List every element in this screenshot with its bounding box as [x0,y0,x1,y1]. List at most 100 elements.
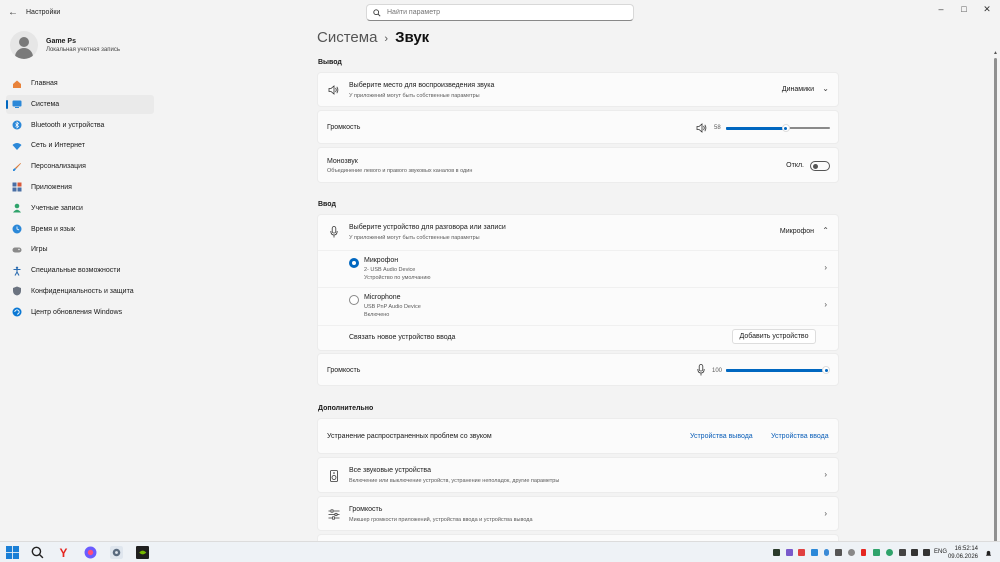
slider-thumb[interactable] [822,366,830,374]
microphone-icon [330,226,338,238]
slider-fill [726,368,826,372]
device-name: Микрофон [364,257,399,264]
speaker-icon [328,85,339,95]
slider-thumb[interactable] [781,124,790,132]
scrollbar[interactable] [994,58,997,542]
sidebar-item-accounts[interactable]: Учетные записи [6,199,154,218]
sidebar-item-accessibility[interactable]: Специальные возможности [6,261,154,280]
tray-app-icon[interactable] [886,549,893,556]
sidebar-item-label: Система [31,100,60,108]
radio-unselected[interactable] [349,295,359,305]
page-title: Звук [395,29,430,46]
slider-fill [726,126,786,130]
sidebar-item-network[interactable]: Сеть и Интернет [6,136,154,155]
network-tray-icon[interactable] [923,549,930,556]
tray-app-icon[interactable] [835,549,842,556]
input-volume-label: Громкость [327,367,361,374]
tray-app-icon[interactable] [873,549,880,556]
chevron-down-icon[interactable]: ⌄ [822,84,829,93]
chevron-right-icon[interactable]: › [824,509,827,518]
input-device-value[interactable]: Микрофон [780,228,814,235]
all-sound-devices-card[interactable]: Все звуковые устройства Включение или вы… [317,457,839,493]
tray-app-icon[interactable] [786,549,793,556]
device-status: Устройство по умолчанию [364,275,431,281]
tray-app-icon[interactable] [811,549,818,556]
output-devices-link[interactable]: Устройства вывода [690,433,753,440]
sidebar-item-system[interactable]: Система [6,94,154,114]
sidebar-item-home[interactable]: Главная [6,74,154,93]
tray-app-icon[interactable] [798,549,805,556]
sidebar-item-label: Персонализация [31,163,86,171]
title-bar: ← Настройки – □ ✕ [0,0,1000,26]
search-box[interactable] [366,4,634,21]
add-device-button[interactable]: Добавить устройство [732,329,816,344]
sidebar-item-windows-update[interactable]: Центр обновления Windows [6,303,154,322]
sidebar-item-bluetooth[interactable]: Bluetooth и устройства [6,116,154,135]
microphone-icon[interactable] [697,364,705,376]
input-device-option[interactable]: Microphone USB PnP Audio Device Включено… [318,288,838,324]
search-input[interactable] [387,9,607,16]
speaker-icon[interactable] [696,123,707,133]
globe-clock-icon [12,224,22,234]
input-device-card: Выберите устройство для разговора или за… [317,214,839,351]
user-profile[interactable]: Game Ps Локальная учетная запись [10,31,120,59]
tray-app-icon[interactable] [899,549,906,556]
sidebar-item-gaming[interactable]: Игры [6,240,154,259]
breadcrumb-parent[interactable]: Система [317,29,377,46]
windows-start-icon[interactable] [6,546,19,559]
sidebar-item-label: Время и язык [31,225,75,233]
tray-app-icon[interactable] [848,549,855,556]
app-title: Настройки [26,9,61,16]
breadcrumb-separator: › [384,33,389,45]
volume-tray-icon[interactable] [911,549,918,556]
chevron-right-icon[interactable]: › [824,470,827,479]
nvidia-app-icon[interactable] [136,546,149,559]
clock-date: 09.06.2026 [947,554,978,560]
input-device-subtitle: У приложений могут быть собственные пара… [349,235,480,241]
sidebar-nav: Главная Система Bluetooth и устройства С… [6,74,154,324]
sidebar-item-label: Игры [31,246,48,254]
back-arrow-icon[interactable]: ← [6,6,20,20]
minimize-button[interactable]: – [932,3,950,15]
close-button[interactable]: ✕ [978,3,996,15]
sidebar-item-apps[interactable]: Приложения [6,178,154,197]
microphone-tray-icon[interactable] [824,549,829,556]
output-volume-label: Громкость [327,124,361,131]
language-indicator[interactable]: ENG [934,549,947,555]
taskbar: Y ENG 16:52:14 09.06.2026 [0,541,1000,562]
device-name: Microphone [364,294,401,301]
mono-audio-toggle[interactable] [810,161,830,171]
section-input-heading: Ввод [318,201,336,208]
troubleshoot-card: Устранение распространенных проблем со з… [317,418,839,454]
chevron-right-icon[interactable]: › [824,263,827,272]
scroll-up-arrow-icon[interactable]: ▲ [993,50,998,56]
radio-selected[interactable] [349,258,359,268]
input-device-option[interactable]: Микрофон 2- USB Audio Device Устройство … [318,251,838,287]
maximize-button[interactable]: □ [955,3,973,15]
search-icon[interactable] [31,546,44,559]
troubleshoot-label: Устранение распространенных проблем со з… [327,433,492,440]
notification-bell-icon[interactable] [985,550,992,557]
sidebar-item-label: Специальные возможности [31,267,121,275]
nvidia-tray-icon[interactable] [773,549,780,556]
settings-gear-icon[interactable] [110,546,123,559]
yandex-browser-icon[interactable]: Y [57,546,70,559]
input-volume-slider[interactable] [726,366,830,374]
input-devices-link[interactable]: Устройства ввода [771,433,829,440]
volume-mixer-card[interactable]: Громкость Микшер громкости приложений, у… [317,496,839,531]
chevron-right-icon[interactable]: › [824,300,827,309]
output-device-title: Выберите место для воспроизведения звука [349,82,495,89]
device-model: 2- USB Audio Device [364,267,416,273]
messenger-app-icon[interactable] [84,546,97,559]
clock[interactable]: 16:52:14 09.06.2026 [948,545,978,561]
sidebar-item-personalization[interactable]: Персонализация [6,157,154,176]
output-device-value[interactable]: Динамики [782,86,814,93]
chevron-up-icon[interactable]: ⌃ [822,226,829,235]
output-volume-slider[interactable] [726,124,830,132]
yandex-tray-icon[interactable] [861,549,866,556]
sidebar-item-privacy[interactable]: Конфиденциальность и защита [6,282,154,301]
sidebar-item-time-language[interactable]: Время и язык [6,220,154,239]
search-icon [373,8,381,17]
output-device-card[interactable]: Выберите место для воспроизведения звука… [317,72,839,107]
main-content: Система › Звук Вывод Выберите место для … [317,29,839,542]
